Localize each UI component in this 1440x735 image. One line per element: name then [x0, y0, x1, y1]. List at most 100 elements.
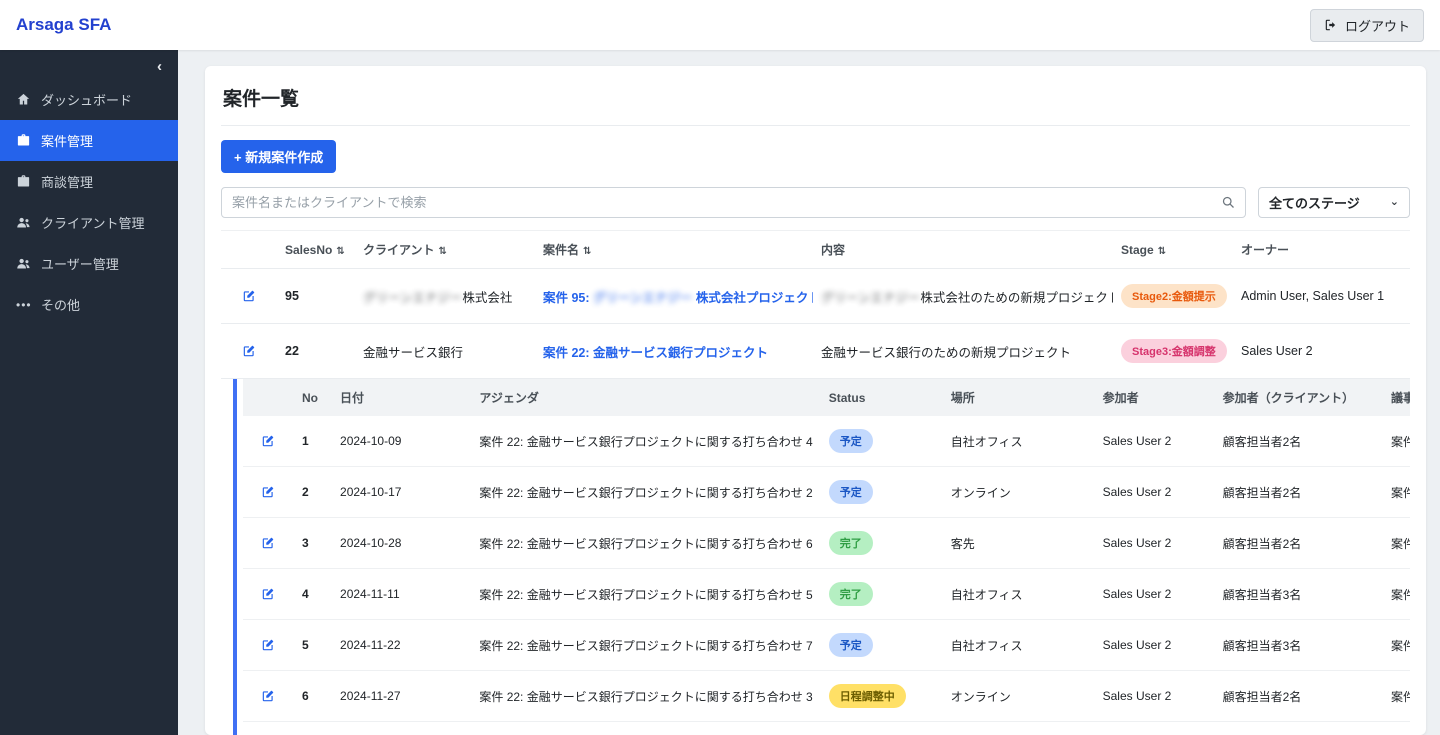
sort-icon: ⇅: [583, 246, 592, 257]
edit-icon: [261, 536, 275, 550]
col-owner: オーナー: [1233, 230, 1410, 269]
ellipsis-icon: •••: [16, 297, 32, 312]
col-date: 日付: [332, 379, 472, 416]
sidebar-item-cases[interactable]: 案件管理: [0, 120, 178, 161]
col-case-name[interactable]: 案件名 ⇅: [535, 230, 813, 269]
case-description: グリーンエナジー株式会社のための新規プロジェクト: [813, 268, 1113, 324]
meeting-row: 1 2024-10-09 案件 22: 金融サービス銀行プロジェクトに関する打ち…: [243, 416, 1410, 467]
sidebar-nav: ダッシュボード 案件管理 商談管理 クライアント管理 ユーザー管理 ••• その…: [0, 79, 178, 325]
meeting-date: 2024-11-22: [332, 619, 472, 671]
meeting-minutes: 案件2: [1382, 670, 1410, 722]
sidebar-item-dashboard[interactable]: ダッシュボード: [0, 79, 178, 120]
meeting-client-participants: 顧客担当者2名: [1214, 416, 1383, 467]
status-badge: 予定: [828, 480, 873, 504]
meeting-date: 2024-10-09: [332, 416, 472, 467]
cases-header-row: SalesNo ⇅ クライアント ⇅ 案件名 ⇅ 内容 Stage ⇅ オーナー: [221, 230, 1410, 269]
briefcase-icon: [16, 174, 31, 189]
meeting-place: オンライン: [942, 670, 1095, 722]
meetings-table: No 日付 アジェンダ Status 場所 参加者 参加者（クライアント） 議事…: [243, 379, 1410, 735]
edit-meeting-button[interactable]: [259, 636, 277, 654]
meeting-date: 2024-11-11: [332, 568, 472, 620]
cases-table: SalesNo ⇅ クライアント ⇅ 案件名 ⇅ 内容 Stage ⇅ オーナー 95 …: [221, 230, 1410, 379]
meeting-minutes: 案件2: [1382, 721, 1410, 735]
case-client: 金融サービス銀行: [355, 323, 535, 379]
users-icon: [16, 256, 31, 271]
meeting-place: 客先: [942, 517, 1095, 569]
status-badge: 完了: [828, 582, 873, 606]
sidebar-item-others[interactable]: ••• その他: [0, 284, 178, 325]
meeting-client-participants: 顧客担当者2名: [1214, 466, 1383, 518]
edit-meeting-button[interactable]: [259, 687, 277, 705]
edit-icon: [261, 689, 275, 703]
meeting-client-participants: 顧客担当者2名: [1214, 670, 1383, 722]
edit-case-button[interactable]: [240, 342, 258, 360]
sort-icon: ⇅: [438, 246, 447, 257]
page-title: 案件一覧: [221, 82, 1410, 126]
meeting-agenda: 案件 22: 金融サービス銀行プロジェクトに関する打ち合わせ 3: [471, 670, 821, 722]
meeting-minutes: 案件2: [1382, 416, 1410, 467]
meeting-participants: Sales User 2: [1094, 721, 1215, 735]
sidebar-item-label: その他: [41, 298, 81, 313]
col-edit: [243, 379, 294, 416]
create-case-button[interactable]: + 新規案件作成: [221, 140, 337, 173]
col-status: Status: [820, 379, 943, 416]
meeting-agenda: 案件 22: 金融サービス銀行プロジェクトに関する打ち合わせ 7: [471, 619, 821, 671]
col-salesno[interactable]: SalesNo ⇅: [277, 230, 355, 269]
search-icon[interactable]: [1221, 195, 1236, 210]
col-edit: [221, 230, 277, 269]
meeting-minutes: 案件2: [1382, 619, 1410, 671]
sidebar-item-label: 商談管理: [41, 175, 94, 190]
col-client[interactable]: クライアント ⇅: [355, 230, 535, 269]
meeting-date: 2024-10-28: [332, 517, 472, 569]
case-link[interactable]: 案件 95: グリーンエナジー 株式会社プロジェクト: [543, 291, 813, 305]
edit-meeting-button[interactable]: [259, 432, 277, 450]
edit-meeting-button[interactable]: [259, 534, 277, 552]
meeting-date: 2024-12-05: [332, 721, 472, 735]
logout-label: ログアウト: [1344, 18, 1410, 34]
meeting-row: 7 2024-12-05 案件 22: 金融サービス銀行プロジェクトに関する打ち…: [243, 721, 1410, 735]
meeting-agenda: 案件 22: 金融サービス銀行プロジェクトに関する打ち合わせ 6: [471, 517, 821, 569]
status-badge: 予定: [828, 429, 873, 453]
meeting-agenda: 案件 22: 金融サービス銀行プロジェクトに関する打ち合わせ 1: [471, 721, 821, 735]
case-link[interactable]: 案件 22: 金融サービス銀行プロジェクト: [543, 346, 768, 360]
meeting-client-participants: 顧客担当者3名: [1214, 568, 1383, 620]
stage-filter-select[interactable]: 全てのステージ ⌄: [1258, 187, 1410, 218]
sidebar-item-clients[interactable]: クライアント管理: [0, 202, 178, 243]
meeting-agenda: 案件 22: 金融サービス銀行プロジェクトに関する打ち合わせ 5: [471, 568, 821, 620]
edit-icon: [261, 485, 275, 499]
logout-button[interactable]: ログアウト: [1309, 8, 1424, 42]
edit-icon: [261, 638, 275, 652]
meeting-date: 2024-10-17: [332, 466, 472, 518]
col-stage[interactable]: Stage ⇅: [1113, 230, 1233, 269]
edit-case-button[interactable]: [240, 287, 258, 305]
case-description: 金融サービス銀行のための新規プロジェクト: [813, 323, 1113, 379]
sidebar-item-negotiations[interactable]: 商談管理: [0, 161, 178, 202]
case-owner: Sales User 2: [1233, 323, 1410, 379]
stage-badge: Stage2:金額提示: [1121, 284, 1227, 308]
meeting-row: 6 2024-11-27 案件 22: 金融サービス銀行プロジェクトに関する打ち…: [243, 670, 1410, 722]
edit-meeting-button[interactable]: [259, 585, 277, 603]
case-salesno: 22: [277, 323, 355, 379]
case-owner: Admin User, Sales User 1: [1233, 268, 1410, 324]
logout-icon: [1324, 18, 1338, 32]
meeting-date: 2024-11-27: [332, 670, 472, 722]
edit-meeting-button[interactable]: [259, 483, 277, 501]
status-badge: 日程調整中: [828, 684, 906, 708]
meeting-place: 自社オフィス: [942, 619, 1095, 671]
meeting-place: オンライン: [942, 721, 1095, 735]
meetings-subtable: No 日付 アジェンダ Status 場所 参加者 参加者（クライアント） 議事…: [233, 379, 1410, 735]
main-content: 案件一覧 + 新規案件作成 全てのステージ ⌄: [178, 50, 1440, 735]
meeting-minutes: 案件2: [1382, 517, 1410, 569]
col-description: 内容: [813, 230, 1113, 269]
sidebar-item-users[interactable]: ユーザー管理: [0, 243, 178, 284]
sidebar-collapse-button[interactable]: ‹: [0, 50, 178, 79]
col-agenda: アジェンダ: [471, 379, 821, 416]
search-input[interactable]: [221, 187, 1246, 218]
filter-row: 全てのステージ ⌄: [221, 187, 1410, 218]
meeting-place: 自社オフィス: [942, 416, 1095, 467]
meeting-row: 3 2024-10-28 案件 22: 金融サービス銀行プロジェクトに関する打ち…: [243, 517, 1410, 569]
sort-icon: ⇅: [336, 245, 345, 257]
home-icon: [16, 92, 31, 107]
chevron-down-icon: ⌄: [1389, 196, 1399, 208]
cases-card: 案件一覧 + 新規案件作成 全てのステージ ⌄: [205, 66, 1426, 735]
